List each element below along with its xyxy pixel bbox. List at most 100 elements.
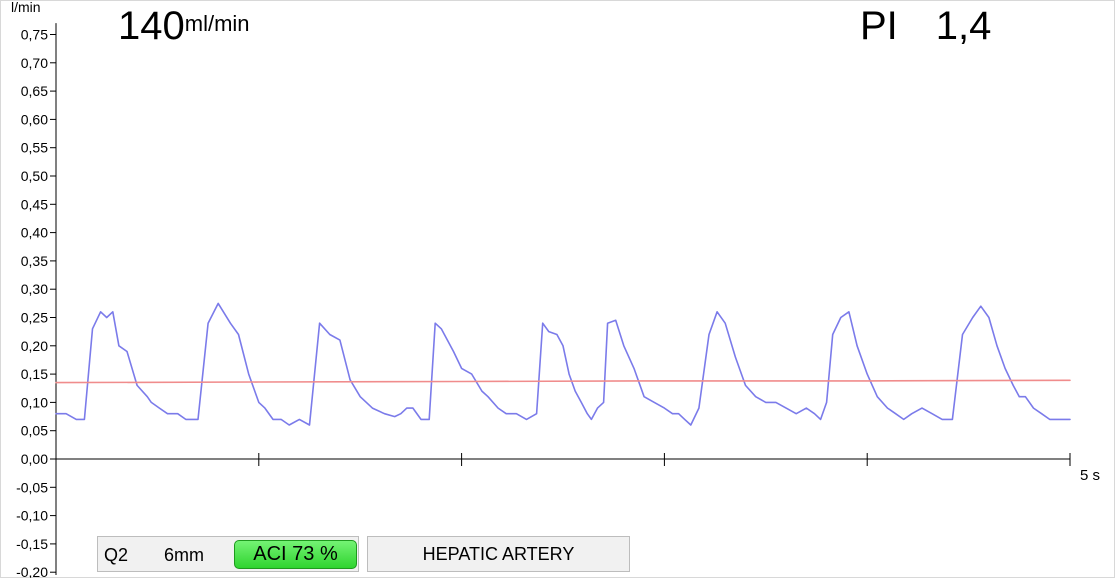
flow-data-point bbox=[775, 402, 776, 403]
y-tick-label: 0,10 bbox=[21, 394, 48, 410]
flow-data-point bbox=[137, 385, 138, 386]
flow-data-point bbox=[654, 402, 655, 403]
flow-data-point bbox=[826, 402, 827, 403]
flow-data-point bbox=[725, 323, 726, 324]
y-tick-label: 0,35 bbox=[21, 253, 48, 269]
flow-data-point bbox=[786, 408, 787, 409]
flow-data-point bbox=[350, 379, 351, 380]
flow-data-point bbox=[92, 328, 93, 329]
flow-data-point bbox=[1025, 396, 1026, 397]
probe-label: Q2 bbox=[104, 545, 129, 565]
flow-data-point bbox=[487, 396, 488, 397]
flow-data-point bbox=[745, 385, 746, 386]
flow-data-point bbox=[248, 374, 249, 375]
flow-data-point bbox=[988, 317, 989, 318]
flow-data-point bbox=[159, 408, 160, 409]
flow-data-point bbox=[420, 419, 421, 420]
flow-data-point bbox=[581, 402, 582, 403]
flow-data-point bbox=[755, 396, 756, 397]
flow-data-point bbox=[441, 328, 442, 329]
flow-data-point bbox=[972, 317, 973, 318]
y-tick-label: 0,75 bbox=[21, 27, 48, 43]
x-axis-end-label: 5 s bbox=[1080, 467, 1100, 484]
flow-data-point bbox=[147, 396, 148, 397]
flow-data-point bbox=[238, 334, 239, 335]
flow-data-point bbox=[106, 317, 107, 318]
flow-data-point bbox=[1019, 396, 1020, 397]
y-tick-label: 0,40 bbox=[21, 225, 48, 241]
y-tick-label: 0,25 bbox=[21, 310, 48, 326]
flow-data-point bbox=[962, 334, 963, 335]
mean-data-point bbox=[867, 380, 868, 381]
mean-data-point bbox=[1069, 380, 1070, 381]
flow-data-point bbox=[708, 334, 709, 335]
flow-data-point bbox=[55, 413, 56, 414]
flow-data-point bbox=[867, 374, 868, 375]
flow-chart: 0,75 0,70 0,65 0,60 0,55 0,50 0,45 0,40 0,35 0,30… bbox=[11, 0, 1100, 578]
flow-data-point bbox=[607, 323, 608, 324]
flow-data-point bbox=[980, 306, 981, 307]
flow-data-point bbox=[406, 408, 407, 409]
flow-data-point bbox=[911, 413, 912, 414]
flow-data-point bbox=[177, 413, 178, 414]
flow-data-point bbox=[208, 323, 209, 324]
flow-data-point bbox=[112, 311, 113, 312]
mean-data-point bbox=[461, 381, 462, 382]
flow-data-point bbox=[921, 408, 922, 409]
flow-data-point bbox=[887, 408, 888, 409]
y-tick-label: -0,20 bbox=[16, 564, 48, 578]
flow-waveform-line bbox=[55, 302, 1071, 426]
flow-data-point bbox=[820, 419, 821, 420]
chart-traces bbox=[55, 302, 1071, 426]
flow-data-point bbox=[481, 391, 482, 392]
flow-data-point bbox=[384, 413, 385, 414]
flow-data-point bbox=[575, 391, 576, 392]
flow-data-point bbox=[1057, 419, 1058, 420]
flow-data-point bbox=[429, 419, 430, 420]
mean-data-point bbox=[664, 380, 665, 381]
flow-data-point bbox=[118, 345, 119, 346]
y-axis-label: l/min bbox=[11, 0, 41, 15]
mean-data-point bbox=[258, 381, 259, 382]
flow-data-point bbox=[309, 424, 310, 425]
flow-value: 140 bbox=[118, 4, 185, 48]
flow-data-point bbox=[603, 402, 604, 403]
flow-data-point bbox=[372, 408, 373, 409]
y-tick-label: 0,65 bbox=[21, 83, 48, 99]
aci-badge[interactable]: ACI 73 % bbox=[234, 540, 357, 569]
flow-data-point bbox=[717, 311, 718, 312]
flow-data-point bbox=[678, 413, 679, 414]
flow-data-point bbox=[672, 413, 673, 414]
flow-data-point bbox=[84, 419, 85, 420]
flow-data-point bbox=[569, 374, 570, 375]
flow-data-point bbox=[952, 419, 953, 420]
pi-label: PI bbox=[860, 4, 898, 48]
flow-data-point bbox=[895, 413, 896, 414]
flow-data-point bbox=[698, 408, 699, 409]
flow-data-point bbox=[814, 413, 815, 414]
y-tick-label: 0,60 bbox=[21, 111, 48, 127]
flow-data-point bbox=[615, 320, 616, 321]
y-tick-label: 0,15 bbox=[21, 366, 48, 382]
y-tick-label: 0,55 bbox=[21, 140, 48, 156]
flow-data-point bbox=[1049, 419, 1050, 420]
flow-data-point bbox=[832, 334, 833, 335]
flow-data-point bbox=[848, 311, 849, 312]
flow-data-point bbox=[76, 419, 77, 420]
y-tick-label: -0,15 bbox=[16, 536, 48, 552]
flow-data-point bbox=[562, 345, 563, 346]
flow-data-point bbox=[996, 345, 997, 346]
mean-data-point bbox=[55, 382, 56, 383]
flow-data-point bbox=[185, 419, 186, 420]
pi-value: 1,4 bbox=[935, 4, 992, 48]
vessel-button[interactable]: HEPATIC ARTERY bbox=[367, 536, 630, 572]
flow-data-point bbox=[218, 303, 219, 304]
flow-data-point bbox=[319, 323, 320, 324]
flow-data-point bbox=[526, 419, 527, 420]
flow-data-point bbox=[471, 374, 472, 375]
flow-data-point bbox=[542, 323, 543, 324]
y-tick-label: -0,05 bbox=[16, 479, 48, 495]
flow-data-point bbox=[840, 317, 841, 318]
chart-points bbox=[55, 303, 1070, 426]
flow-data-point bbox=[447, 340, 448, 341]
